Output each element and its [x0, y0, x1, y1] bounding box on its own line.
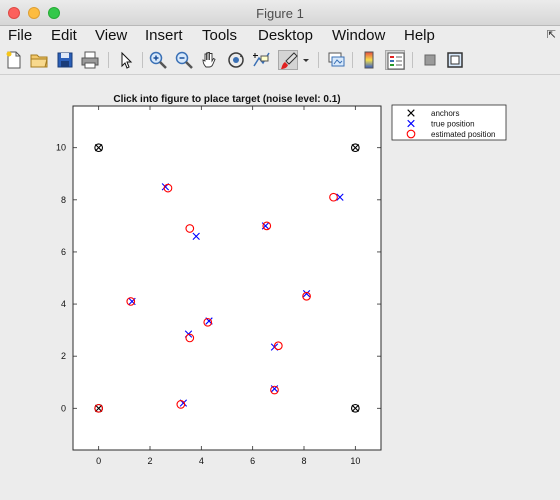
- menu-overflow-icon[interactable]: ⇱: [547, 28, 556, 41]
- menu-file[interactable]: File: [8, 27, 32, 45]
- toolbar-separator: [108, 52, 109, 68]
- chart-title: Click into figure to place target (noise…: [113, 94, 340, 105]
- plot-area[interactable]: [72, 105, 382, 451]
- toolbar-separator: [412, 52, 413, 68]
- y-tick-label: 10: [56, 143, 66, 153]
- zoom-in-icon[interactable]: [148, 50, 168, 70]
- zoom-out-icon[interactable]: [174, 50, 194, 70]
- x-tick-label: 8: [301, 456, 306, 466]
- toolbar-separator: [318, 52, 319, 68]
- scatter-chart[interactable]: Click into figure to place target (noise…: [0, 75, 560, 495]
- link-plot-icon[interactable]: [326, 50, 346, 70]
- x-tick-label: 0: [96, 456, 101, 466]
- menu-insert[interactable]: Insert: [145, 27, 183, 45]
- brush-icon[interactable]: [278, 50, 298, 70]
- figure-toolbar: [0, 47, 560, 75]
- figure-window: Figure 1 File Edit View Insert Tools Des…: [0, 0, 560, 495]
- colorbar-icon[interactable]: [359, 50, 379, 70]
- x-tick-label: 2: [147, 456, 152, 466]
- toolbar-separator: [352, 52, 353, 68]
- y-tick-label: 0: [61, 403, 66, 413]
- menu-help[interactable]: Help: [404, 27, 435, 45]
- y-tick-label: 8: [61, 195, 66, 205]
- legend[interactable]: anchors true positionestimated position: [391, 104, 507, 141]
- legend-label: estimated position: [431, 130, 495, 139]
- pan-hand-icon[interactable]: [200, 50, 220, 70]
- menu-desktop[interactable]: Desktop: [258, 27, 313, 45]
- save-icon[interactable]: [55, 50, 75, 70]
- title-bar[interactable]: Figure 1: [0, 0, 560, 26]
- show-plot-tools-icon[interactable]: [445, 50, 465, 70]
- menu-edit[interactable]: Edit: [51, 27, 77, 45]
- open-folder-icon[interactable]: [29, 50, 49, 70]
- hide-plot-tools-icon[interactable]: [420, 50, 440, 70]
- menu-window[interactable]: Window: [332, 27, 385, 45]
- menu-tools[interactable]: Tools: [202, 27, 237, 45]
- y-tick-label: 6: [61, 247, 66, 257]
- menu-bar: File Edit View Insert Tools Desktop Wind…: [0, 26, 560, 46]
- toolbar-separator: [142, 52, 143, 68]
- y-tick-label: 2: [61, 351, 66, 361]
- x-tick-label: 4: [199, 456, 204, 466]
- data-cursor-icon[interactable]: [252, 50, 272, 70]
- window-title: Figure 1: [256, 6, 304, 21]
- x-tick-label: 10: [350, 456, 360, 466]
- x-tick-label: 6: [250, 456, 255, 466]
- print-icon[interactable]: [80, 50, 100, 70]
- legend-label: anchors: [431, 109, 459, 118]
- new-file-icon[interactable]: [4, 50, 24, 70]
- menu-view[interactable]: View: [95, 27, 127, 45]
- y-tick-label: 4: [61, 299, 66, 309]
- pointer-icon[interactable]: [116, 50, 136, 70]
- figure-canvas[interactable]: Click into figure to place target (noise…: [0, 75, 560, 495]
- legend-icon[interactable]: [385, 50, 405, 70]
- rotate-3d-icon[interactable]: [226, 50, 246, 70]
- brush-dropdown-icon[interactable]: [300, 50, 312, 70]
- legend-label: true position: [431, 120, 475, 129]
